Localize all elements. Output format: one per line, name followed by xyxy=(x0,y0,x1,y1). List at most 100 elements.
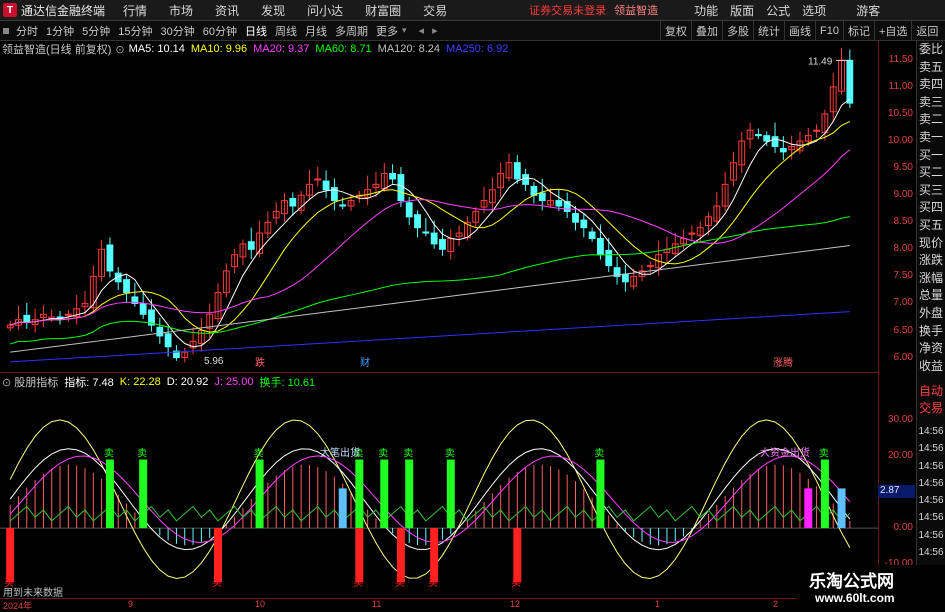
watermark: 乐淘公式网 www.60lt.com xyxy=(797,565,945,609)
menu-ask[interactable]: 问小达 xyxy=(307,2,343,19)
sell-signal-bar xyxy=(355,459,364,529)
period-weekly[interactable]: 周线 xyxy=(271,23,301,39)
mark-button[interactable]: 标记 xyxy=(842,21,874,40)
user-guest[interactable]: 游客 xyxy=(856,2,880,19)
sidebar-item[interactable]: 卖三 xyxy=(917,94,945,112)
menu-market[interactable]: 市场 xyxy=(169,2,193,19)
arrow-left-icon[interactable]: ◂ xyxy=(419,24,425,37)
ma5-label: MA5: 10.14 xyxy=(128,43,185,55)
sidebar-item[interactable]: 买四 xyxy=(917,199,945,217)
sell-signal-label: 卖 xyxy=(137,448,147,460)
j-line xyxy=(9,419,851,580)
sidebar-item[interactable]: 委比 xyxy=(917,41,945,59)
back-button[interactable]: 返回 xyxy=(911,21,942,40)
sidebar-item[interactable]: 卖二 xyxy=(917,111,945,129)
menu-news[interactable]: 资讯 xyxy=(215,2,239,19)
chevron-down-icon[interactable]: ▾ xyxy=(402,25,407,36)
candle xyxy=(156,326,164,337)
period-5min[interactable]: 5分钟 xyxy=(78,23,114,39)
period-15min[interactable]: 15分钟 xyxy=(114,23,156,39)
candle xyxy=(164,333,172,348)
menu-discover[interactable]: 发现 xyxy=(261,2,285,19)
sidebar-item[interactable]: 买二 xyxy=(917,164,945,182)
chart-note-2: 财 xyxy=(360,356,370,369)
period-30min[interactable]: 30分钟 xyxy=(157,23,199,39)
candle xyxy=(763,135,771,142)
menu-wealth[interactable]: 财富圈 xyxy=(365,2,401,19)
auto-label[interactable]: 自动 xyxy=(917,383,945,400)
turnover-value: 换手: 10.61 xyxy=(259,377,316,389)
sidebar-item[interactable]: 外盘 xyxy=(917,305,945,323)
ma10-label: MA10: 9.96 xyxy=(190,43,248,55)
indicator-settings-icon[interactable]: ⊙ xyxy=(2,376,11,389)
sidebar-item[interactable]: 买一 xyxy=(917,147,945,165)
time-axis: 2024年 9 10 11 12 1 2 xyxy=(0,598,916,611)
sidebar-item[interactable]: 涨幅 xyxy=(917,270,945,288)
menu-trade[interactable]: 交易 xyxy=(423,2,447,19)
overlay-button[interactable]: 叠加 xyxy=(691,21,722,40)
multi-stock-button[interactable]: 多股 xyxy=(722,21,753,40)
sidebar-item[interactable]: 买五 xyxy=(917,217,945,235)
indicator-chart[interactable]: 卖卖卖卖卖卖卖卖卖买买买买买买买大笔出货大资金出货 xyxy=(0,373,878,598)
sidebar-item[interactable]: 净资 xyxy=(917,340,945,358)
period-more[interactable]: 更多 xyxy=(372,23,402,39)
candle xyxy=(405,202,413,218)
menu-options[interactable]: 选项 xyxy=(802,2,826,19)
menu-formula[interactable]: 公式 xyxy=(766,2,790,19)
sidebar-item[interactable]: 现价 xyxy=(917,235,945,253)
sidebar-item[interactable]: 卖四 xyxy=(917,76,945,94)
candle xyxy=(322,180,330,191)
arrow-right-icon[interactable]: ▸ xyxy=(432,24,438,37)
quote-sidebar: 委比 卖五 卖四 卖三 卖二 卖一 买一 买二 买三 买四 买五 现价 涨跌 涨幅 总量 外盘 换手 净资 收益 xyxy=(916,41,945,383)
tick-time: 14:56 xyxy=(918,547,944,559)
candlestick-chart[interactable]: 11.49 5.96 跌 财 涨腾 xyxy=(0,41,878,373)
sidebar-item[interactable]: 买三 xyxy=(917,182,945,200)
indicator-name[interactable]: 股朋指标 xyxy=(14,374,58,390)
add-watchlist-button[interactable]: +自选 xyxy=(873,21,911,40)
period-daily[interactable]: 日线 xyxy=(241,23,271,39)
period-60min[interactable]: 60分钟 xyxy=(199,23,241,39)
candle xyxy=(422,231,430,234)
indicator-tick-label: 20.00 xyxy=(887,449,913,461)
menu-layout[interactable]: 版面 xyxy=(730,2,754,19)
sidebar-item[interactable]: 换手 xyxy=(917,323,945,341)
sell-signal-label: 卖 xyxy=(594,448,604,460)
app-title: 通达信金融终端 xyxy=(21,3,106,18)
adjust-button[interactable]: 复权 xyxy=(660,21,691,40)
price-tick-label: 9.00 xyxy=(893,189,913,201)
candle xyxy=(339,204,347,207)
period-1min[interactable]: 1分钟 xyxy=(42,23,78,39)
candle xyxy=(580,219,588,229)
sidebar-item[interactable]: 卖五 xyxy=(917,59,945,77)
candle xyxy=(439,239,446,250)
trade-label[interactable]: 交易 xyxy=(917,400,945,417)
candle xyxy=(123,279,130,294)
period-monthly[interactable]: 月线 xyxy=(301,23,331,39)
ma60-line xyxy=(10,216,850,345)
menu-quotes[interactable]: 行情 xyxy=(123,2,147,19)
current-stock-name: 领益智造 xyxy=(614,5,659,17)
price-tick-label: 10.50 xyxy=(887,107,913,119)
buy-signal-label: 买 xyxy=(353,577,363,589)
price-tick-label: 10.00 xyxy=(887,135,913,147)
auto-trade-panel[interactable]: 自动 交易 xyxy=(916,383,945,423)
period-multi[interactable]: 多周期 xyxy=(331,23,372,39)
settings-circle-icon[interactable]: ⊙ xyxy=(115,43,124,56)
d-value: D: 20.92 xyxy=(166,376,209,388)
sell-signal-label: 卖 xyxy=(403,448,413,460)
k-value: K: 22.28 xyxy=(119,376,161,388)
candle xyxy=(430,232,438,245)
sidebar-item[interactable]: 总量 xyxy=(917,287,945,305)
sidebar-item[interactable]: 卖一 xyxy=(917,129,945,147)
statistics-button[interactable]: 统计 xyxy=(753,21,784,40)
big-fund-sell-bar xyxy=(804,488,813,529)
sidebar-item[interactable]: 收益 xyxy=(917,358,945,376)
period-timeshare[interactable]: 分时 xyxy=(12,23,42,39)
draw-line-button[interactable]: 画线 xyxy=(784,21,815,40)
candle xyxy=(597,237,604,256)
sidebar-item[interactable]: 涨跌 xyxy=(917,252,945,270)
trade-login-notice[interactable]: 证券交易未登录 xyxy=(529,2,606,18)
f10-button[interactable]: F10 xyxy=(815,21,843,40)
menu-function[interactable]: 功能 xyxy=(694,2,718,19)
candle xyxy=(754,134,762,137)
